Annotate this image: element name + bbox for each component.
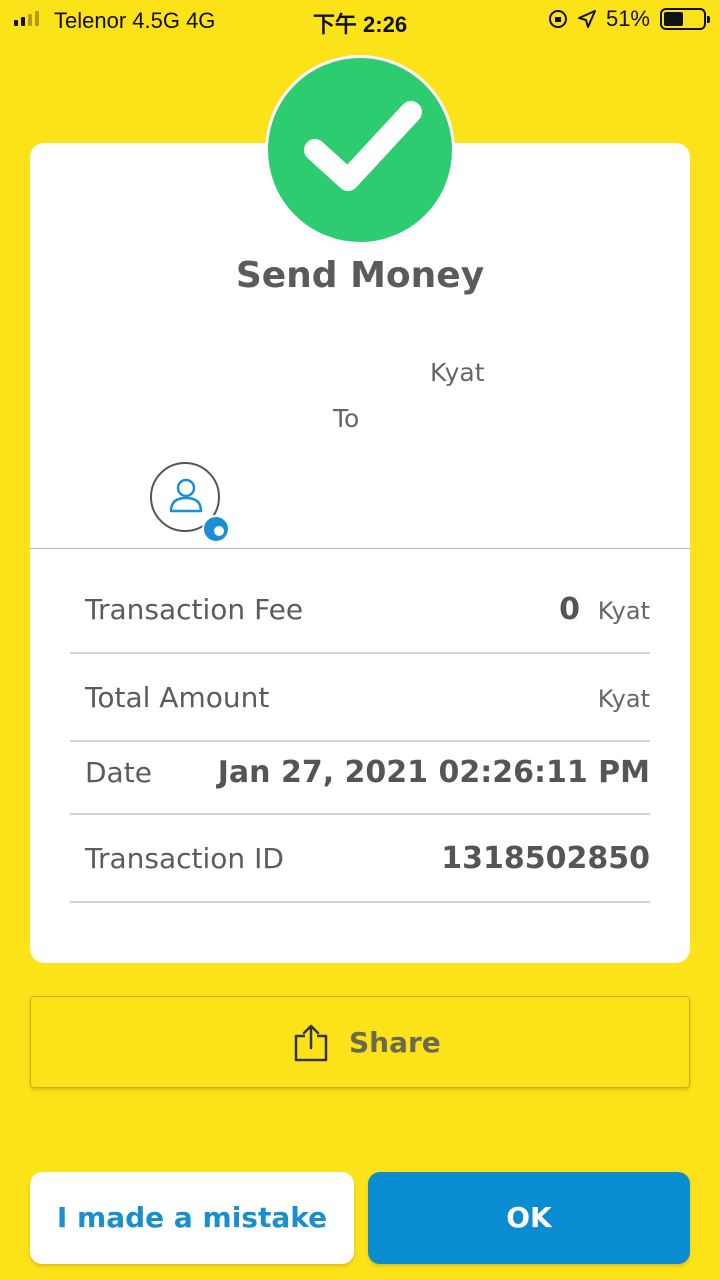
status-bar: Telenor 4.5G 4G 下午 2:26 51% [0,0,720,40]
transaction-fee-label: Transaction Fee [85,593,304,626]
date-value: Jan 27, 2021 02:26:11 PM [217,755,650,790]
ok-button[interactable]: OK [368,1172,690,1264]
total-amount-label: Total Amount [85,681,270,714]
battery-percent: 51% [605,6,650,31]
receipt-title: Send Money [235,255,485,296]
transaction-id-label: Transaction ID [85,842,284,875]
divider [30,548,690,549]
made-mistake-button[interactable]: I made a mistake [30,1172,354,1264]
transaction-fee-value: 0 [559,592,580,627]
amount-unit: Kyat [430,358,485,387]
total-amount-row: Total Amount Kyat [70,654,650,742]
battery-icon [660,8,710,30]
location-arrow-icon [577,10,596,28]
share-button[interactable]: Share [30,996,690,1088]
total-amount-unit: Kyat [597,685,650,713]
ok-label: OK [506,1201,552,1234]
share-label: Share [349,1026,441,1059]
transaction-id-value: 1318502850 [441,841,650,876]
date-label: Date [85,756,152,789]
orientation-lock-icon [548,10,567,28]
share-icon [294,1024,328,1062]
made-mistake-label: I made a mistake [56,1201,328,1234]
transaction-fee-unit: Kyat [597,597,650,625]
to-label: To [333,404,360,433]
wallet-badge-icon [202,515,230,543]
transaction-id-row: Transaction ID 1318502850 [70,815,650,903]
status-right: 51% [548,6,710,32]
transaction-fee-row: Transaction Fee 0 Kyat [70,565,650,654]
user-icon [169,478,203,513]
date-row: Date Jan 27, 2021 02:26:11 PM [70,742,650,815]
success-check-icon [265,55,455,245]
